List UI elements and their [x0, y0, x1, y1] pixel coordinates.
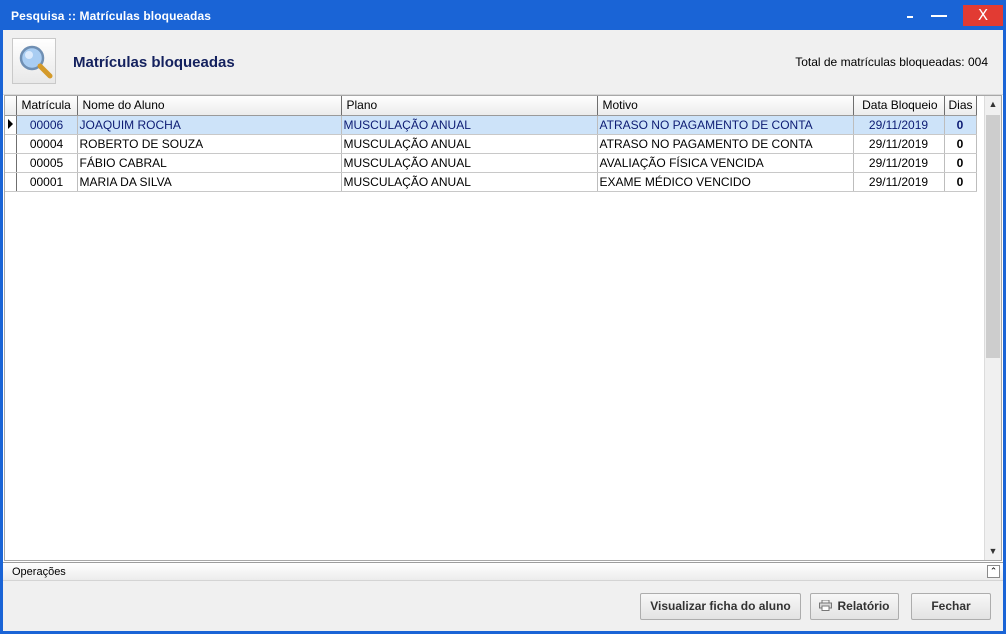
operations-label: Operações	[12, 566, 66, 578]
table-row[interactable]: 00005 FÁBIO CABRAL MUSCULAÇÃO ANUAL AVAL…	[5, 153, 977, 173]
table-header-row: Matrícula Nome do Aluno Plano Motivo Dat…	[5, 96, 977, 116]
row-selector[interactable]	[5, 172, 17, 192]
cell-data: 29/11/2019	[853, 153, 945, 173]
scroll-up-arrow-icon[interactable]: ▲	[985, 96, 1001, 113]
column-header-nome[interactable]: Nome do Aluno	[77, 96, 342, 116]
cell-nome: FÁBIO CABRAL	[77, 153, 342, 173]
row-selector[interactable]	[5, 115, 17, 135]
view-student-record-button[interactable]: Visualizar ficha do aluno	[640, 593, 801, 620]
current-row-arrow-icon	[8, 119, 13, 129]
restore-button[interactable]	[902, 5, 918, 25]
close-window-button[interactable]: Fechar	[911, 593, 991, 620]
printer-icon	[819, 600, 833, 611]
results-table: Matrícula Nome do Aluno Plano Motivo Dat…	[5, 96, 977, 192]
cell-plano: MUSCULAÇÃO ANUAL	[341, 172, 598, 192]
scrollbar-thumb[interactable]	[986, 115, 1000, 358]
results-grid[interactable]: Matrícula Nome do Aluno Plano Motivo Dat…	[4, 95, 1002, 561]
report-button[interactable]: Relatório	[810, 593, 899, 620]
cell-motivo: ATRASO NO PAGAMENTO DE CONTA	[597, 134, 854, 154]
cell-dias: 0	[944, 115, 977, 135]
cell-dias: 0	[944, 153, 977, 173]
close-button[interactable]: X	[963, 5, 1003, 26]
column-header-motivo[interactable]: Motivo	[597, 96, 854, 116]
cell-motivo: ATRASO NO PAGAMENTO DE CONTA	[597, 115, 854, 135]
cell-nome: MARIA DA SILVA	[77, 172, 342, 192]
window-content: Matrículas bloqueadas Total de matrícula…	[3, 30, 1003, 631]
row-selector[interactable]	[5, 134, 17, 154]
cell-plano: MUSCULAÇÃO ANUAL	[341, 153, 598, 173]
report-button-label: Relatório	[837, 599, 890, 613]
column-header-dias[interactable]: Dias	[944, 96, 977, 116]
cell-dias: 0	[944, 134, 977, 154]
cell-data: 29/11/2019	[853, 115, 945, 135]
window-title: Pesquisa :: Matrículas bloqueadas	[11, 9, 212, 23]
table-row[interactable]: 00004 ROBERTO DE SOUZA MUSCULAÇÃO ANUAL …	[5, 134, 977, 154]
page-header: Matrículas bloqueadas Total de matrícula…	[3, 30, 1003, 95]
column-header-plano[interactable]: Plano	[341, 96, 598, 116]
cell-data: 29/11/2019	[853, 134, 945, 154]
cell-matricula: 00006	[16, 115, 78, 135]
cell-dias: 0	[944, 172, 977, 192]
footer-panel: Visualizar ficha do aluno Relatório Fech…	[3, 581, 1003, 631]
cell-matricula: 00001	[16, 172, 78, 192]
cell-data: 29/11/2019	[853, 172, 945, 192]
cell-plano: MUSCULAÇÃO ANUAL	[341, 115, 598, 135]
title-bar[interactable]: Pesquisa :: Matrículas bloqueadas X	[0, 0, 1006, 30]
cell-matricula: 00005	[16, 153, 78, 173]
minimize-button[interactable]	[928, 5, 950, 25]
table-row[interactable]: 00006 JOAQUIM ROCHA MUSCULAÇÃO ANUAL ATR…	[5, 115, 977, 135]
page-title: Matrículas bloqueadas	[73, 54, 235, 71]
table-row[interactable]: 00001 MARIA DA SILVA MUSCULAÇÃO ANUAL EX…	[5, 172, 977, 192]
operations-bar[interactable]: Operações ⌃	[3, 562, 1003, 581]
row-indicator-header	[5, 96, 17, 116]
row-selector[interactable]	[5, 153, 17, 173]
cell-motivo: AVALIAÇÃO FÍSICA VENCIDA	[597, 153, 854, 173]
scroll-down-arrow-icon[interactable]: ▼	[985, 543, 1001, 560]
total-count: Total de matrículas bloqueadas: 004	[795, 55, 988, 69]
cell-motivo: EXAME MÉDICO VENCIDO	[597, 172, 854, 192]
cell-matricula: 00004	[16, 134, 78, 154]
cell-nome: JOAQUIM ROCHA	[77, 115, 342, 135]
main-window: Pesquisa :: Matrículas bloqueadas X Matr…	[0, 0, 1006, 634]
cell-plano: MUSCULAÇÃO ANUAL	[341, 134, 598, 154]
column-header-matricula[interactable]: Matrícula	[16, 96, 78, 116]
cell-nome: ROBERTO DE SOUZA	[77, 134, 342, 154]
vertical-scrollbar[interactable]: ▲ ▼	[984, 96, 1001, 560]
collapse-icon[interactable]: ⌃	[987, 565, 1000, 578]
magnifier-icon	[12, 38, 56, 84]
column-header-data[interactable]: Data Bloqueio	[853, 96, 945, 116]
